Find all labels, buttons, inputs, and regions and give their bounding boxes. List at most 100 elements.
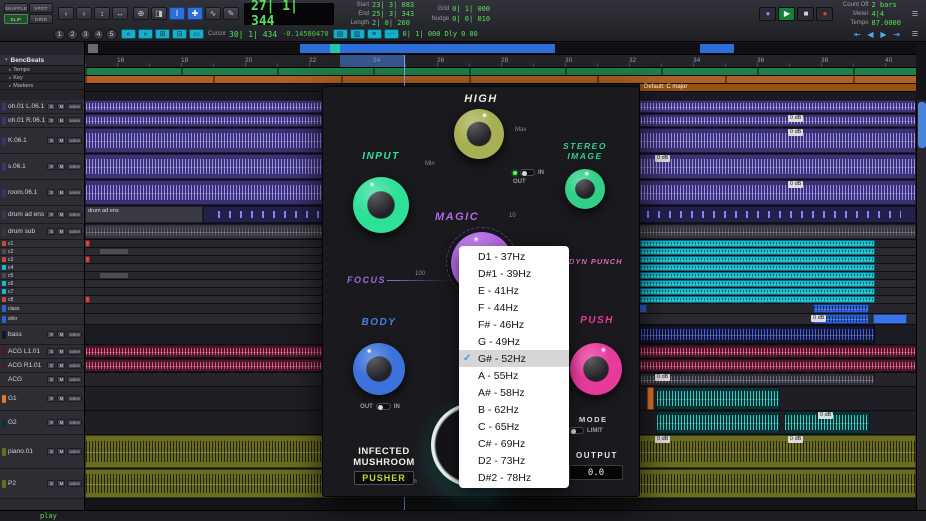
- stop-button[interactable]: ■: [797, 6, 815, 21]
- audio-clip[interactable]: [640, 280, 875, 287]
- mute-button[interactable]: M: [57, 448, 66, 455]
- edit-mode-slip[interactable]: SLIP: [4, 14, 28, 24]
- grid-row[interactable]: Grid 0| 1| 000: [419, 5, 490, 13]
- solo-button[interactable]: S: [47, 228, 56, 235]
- dropdown-item[interactable]: E - 41Hz: [459, 282, 569, 299]
- zoom-toggle-4-icon[interactable]: ⊟: [172, 29, 187, 39]
- audio-clip[interactable]: [640, 264, 875, 271]
- zoom-toggle-5-icon[interactable]: ▭: [189, 29, 204, 39]
- track-header-c7[interactable]: c7: [0, 288, 84, 296]
- solo-button[interactable]: S: [47, 211, 56, 218]
- edit-toggle-2-icon[interactable]: ▥: [349, 29, 365, 39]
- return-to-zero-button[interactable]: ⇤: [852, 28, 863, 41]
- play-button[interactable]: ▶: [778, 6, 796, 21]
- dropdown-item[interactable]: F - 44Hz: [459, 299, 569, 316]
- zoom-left-icon[interactable]: ‹: [58, 7, 74, 20]
- edit-toggle-4-icon[interactable]: ⋯: [383, 29, 399, 39]
- track-header-c2[interactable]: c2: [0, 248, 84, 256]
- track-view-selector[interactable]: wave: [67, 448, 82, 455]
- track-header-c6[interactable]: c6: [0, 280, 84, 288]
- track-header-c5[interactable]: c5: [0, 272, 84, 280]
- mode-toggle-pill[interactable]: [569, 427, 584, 434]
- dropdown-item[interactable]: A - 55Hz: [459, 367, 569, 384]
- mute-button[interactable]: M: [57, 376, 66, 383]
- audio-clip[interactable]: [640, 288, 875, 295]
- audio-clip[interactable]: [656, 387, 780, 410]
- dropdown-item[interactable]: A# - 58Hz: [459, 384, 569, 401]
- solo-button[interactable]: S: [47, 362, 56, 369]
- mute-button[interactable]: M: [57, 103, 66, 110]
- mute-button[interactable]: M: [57, 228, 66, 235]
- mute-button[interactable]: M: [57, 211, 66, 218]
- scrollbar-thumb[interactable]: [918, 102, 926, 148]
- pencil-tool-icon[interactable]: ✎: [223, 7, 239, 20]
- dropdown-item[interactable]: D2 - 73Hz: [459, 452, 569, 469]
- edit-toggle-3-icon[interactable]: ≡: [366, 29, 382, 39]
- mute-button[interactable]: M: [57, 419, 66, 426]
- vertical-scrollbar[interactable]: [916, 100, 926, 510]
- ruler-track-key[interactable]: Key: [0, 74, 84, 82]
- tempo-value[interactable]: 87.0000: [871, 19, 901, 27]
- zoom-preset-1[interactable]: 1: [54, 28, 65, 40]
- dropdown-item[interactable]: G - 49Hz: [459, 333, 569, 350]
- body-toggle-pill[interactable]: [375, 403, 391, 410]
- zoom-horizontal-icon[interactable]: ↔: [112, 7, 128, 20]
- track-view-selector[interactable]: wave: [67, 163, 82, 170]
- main-counter[interactable]: 27| 1| 344: [244, 0, 334, 29]
- zoom-preset-3[interactable]: 3: [80, 28, 91, 40]
- track-header-acg[interactable]: ACG S Mwave: [0, 373, 84, 387]
- body-knob[interactable]: [353, 343, 405, 395]
- audio-clip[interactable]: [640, 325, 875, 344]
- track-header-class[interactable]: class: [0, 304, 84, 314]
- zoomer-tool-icon[interactable]: ⊕: [133, 7, 149, 20]
- track-header-c4[interactable]: c4: [0, 264, 84, 272]
- solo-button[interactable]: S: [47, 395, 56, 402]
- nudge-value[interactable]: 0| 0| 010: [452, 15, 490, 23]
- audio-clip[interactable]: [99, 248, 129, 255]
- input-knob[interactable]: [353, 177, 409, 233]
- audio-clip[interactable]: [85, 296, 90, 303]
- high-toggle-pill[interactable]: [520, 169, 535, 176]
- grabber-tool-icon[interactable]: ✚: [187, 7, 203, 20]
- track-header-drum-ad-ens[interactable]: drum ad ens S Mwave: [0, 206, 84, 224]
- track-header-acg-l1-01[interactable]: ACG L1.01 S Mwave: [0, 345, 84, 359]
- selection-start-value[interactable]: 23| 3| 083: [372, 1, 414, 9]
- track-header-c1[interactable]: c1: [0, 240, 84, 248]
- track-header-g1[interactable]: G1 S Mwave: [0, 387, 84, 411]
- audio-clip[interactable]: [640, 296, 875, 303]
- zoom-right-icon[interactable]: ›: [76, 7, 92, 20]
- track-header-k-06-1[interactable]: K.06.1 S Mwave: [0, 128, 84, 154]
- audio-clip[interactable]: [647, 387, 654, 410]
- rewind-button[interactable]: ◀: [865, 28, 876, 41]
- edit-mode-spot[interactable]: SPOT: [29, 3, 53, 13]
- solo-button[interactable]: S: [47, 103, 56, 110]
- audio-clip[interactable]: [640, 240, 875, 247]
- edit-toggle-1-icon[interactable]: ▤: [332, 29, 348, 39]
- main-counter-value[interactable]: 27| 1| 344: [251, 0, 327, 29]
- dropdown-item[interactable]: ✓ G# - 52Hz: [459, 350, 569, 367]
- output-value[interactable]: 0.0: [569, 465, 623, 480]
- high-inout-toggle[interactable]: IN OUT: [513, 169, 557, 185]
- selection-length-value[interactable]: 2| 0| 260: [372, 19, 410, 27]
- track-view-selector[interactable]: wave: [67, 189, 82, 196]
- high-knob[interactable]: [454, 109, 504, 159]
- audio-clip[interactable]: [813, 304, 869, 313]
- edit-mode-grid[interactable]: GRID: [29, 14, 53, 24]
- track-view-selector[interactable]: wave: [67, 211, 82, 218]
- bars-ruler[interactable]: 16 18 20 22 24 26 28 30 32 34 36 38 40: [85, 55, 916, 68]
- dropdown-item[interactable]: C - 65Hz: [459, 418, 569, 435]
- push-knob[interactable]: [570, 343, 622, 395]
- mute-button[interactable]: M: [57, 331, 66, 338]
- audio-clip[interactable]: [99, 272, 129, 279]
- zoom-toggle-2-icon[interactable]: »: [138, 29, 153, 39]
- solo-button[interactable]: S: [47, 480, 56, 487]
- grid-value[interactable]: 0| 1| 000: [452, 5, 490, 13]
- scrubber-tool-icon[interactable]: ∿: [205, 7, 221, 20]
- track-header-acg-r1-01[interactable]: ACG R1.01 S Mwave: [0, 359, 84, 373]
- edit-mode-shuffle[interactable]: SHUFFLE: [4, 3, 28, 13]
- limit-mode-toggle[interactable]: LIMIT: [569, 427, 603, 434]
- track-header-c8[interactable]: c8: [0, 296, 84, 304]
- track-header-room-06-1[interactable]: room.06.1 S Mwave: [0, 180, 84, 206]
- track-header-p2[interactable]: P2 S Mwave: [0, 469, 84, 499]
- mute-button[interactable]: M: [57, 137, 66, 144]
